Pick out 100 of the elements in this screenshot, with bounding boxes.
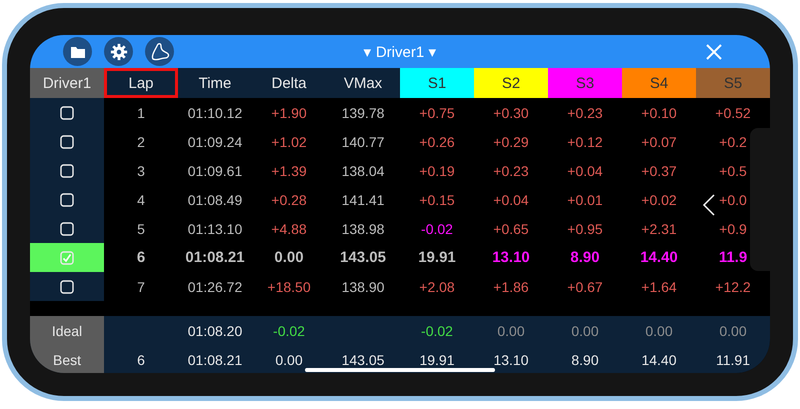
table-cell: +0.37: [641, 162, 677, 178]
table-cell: +12.2: [715, 278, 751, 294]
table-cell: 3: [137, 162, 145, 178]
table-cell: 8.90: [570, 250, 600, 266]
table-cell: +2.08: [419, 278, 455, 294]
table-cell: +0.12: [567, 134, 603, 150]
table-cell: 01:13.10: [188, 220, 242, 236]
table-cell: 140.77: [342, 134, 384, 150]
table-cell: +0.26: [419, 134, 455, 150]
row-label: Ideal: [30, 316, 104, 345]
table-cell: +0.29: [493, 134, 529, 150]
table-cell: +18.50: [267, 278, 311, 294]
column-header[interactable]: S2: [474, 68, 548, 98]
column-header[interactable]: S1: [400, 68, 474, 98]
chevron-left-icon[interactable]: [702, 194, 716, 216]
gear-icon: [110, 42, 128, 60]
table-cell: 0.00: [571, 322, 599, 338]
checkbox[interactable]: [60, 250, 74, 264]
table-cell: 11.91: [716, 352, 750, 368]
table-cell: 5: [137, 220, 145, 236]
checkbox[interactable]: [60, 222, 74, 236]
folder-icon: [70, 44, 86, 58]
table-cell: +0.28: [271, 192, 307, 208]
table-cell: 6: [136, 250, 146, 266]
table-cell: 14.40: [640, 250, 678, 266]
table-cell: 0.00: [274, 250, 304, 266]
table-cell: 01:26.72: [188, 278, 242, 294]
table-cell: +2.31: [641, 220, 677, 236]
table-cell: +0.2: [719, 134, 747, 150]
checkbox[interactable]: [60, 134, 74, 148]
table-cell: +0.10: [641, 104, 677, 120]
table-cell: 0.00: [497, 322, 525, 338]
table-cell: +0.95: [567, 220, 603, 236]
table-cell: 138.04: [342, 162, 384, 178]
checkbox[interactable]: [60, 106, 74, 120]
table-cell: +0.23: [493, 162, 529, 178]
table-cell: 01:08.21: [188, 352, 242, 368]
table-cell: 0.00: [275, 352, 303, 368]
table-cell: +0.07: [641, 134, 677, 150]
table-cell: +0.02: [641, 192, 677, 208]
table-cell: +1.39: [271, 162, 307, 178]
table-cell: 138.98: [342, 220, 384, 236]
table-cell: 8.90: [571, 352, 599, 368]
table-cell: +0.23: [567, 104, 603, 120]
table-cell: 0.00: [645, 322, 673, 338]
table-cell: 01:08.21: [185, 250, 245, 266]
table-cell: +0.01: [567, 192, 603, 208]
table-cell: 0.00: [719, 322, 747, 338]
table-cell: +0.75: [419, 104, 455, 120]
table-cell: 19.91: [419, 352, 455, 368]
table-cell: 143.05: [342, 352, 384, 368]
table-cell: 01:08.49: [188, 192, 242, 208]
column-header[interactable]: Lap: [104, 68, 178, 98]
table-cell: 01:09.24: [188, 134, 242, 150]
row-label: Best: [30, 345, 104, 373]
table-cell: +0.65: [493, 220, 529, 236]
table-cell: +0.15: [419, 192, 455, 208]
table-cell: +4.88: [271, 220, 307, 236]
table-cell: +0.19: [419, 162, 455, 178]
table-cell: +0.0: [719, 192, 747, 208]
table-cell: -0.02: [421, 322, 453, 338]
table-cell: 01:08.20: [188, 322, 242, 338]
table-cell: +1.02: [271, 134, 307, 150]
table-cell: 2: [137, 134, 145, 150]
checkbox[interactable]: [60, 192, 74, 206]
table-cell: +0.04: [567, 162, 603, 178]
checkbox[interactable]: [60, 164, 74, 178]
table-cell: 138.90: [342, 278, 384, 294]
table-cell: 139.78: [342, 104, 384, 120]
table-cell: +1.86: [493, 278, 529, 294]
folder-button[interactable]: [63, 37, 92, 66]
table-cell: 7: [137, 278, 145, 294]
table-cell: 01:09.61: [188, 162, 242, 178]
close-icon[interactable]: [705, 43, 723, 61]
table-cell: 19.91: [418, 250, 456, 266]
checkbox[interactable]: [60, 280, 74, 294]
table-cell: 143.05: [340, 250, 386, 266]
table-cell: +0.67: [567, 278, 603, 294]
table-cell: 4: [137, 192, 145, 208]
table-cell: 01:10.12: [188, 104, 242, 120]
settings-button[interactable]: [104, 37, 133, 66]
table-cell: +0.5: [719, 162, 747, 178]
table-cell: +0.52: [715, 104, 751, 120]
column-header[interactable]: S4: [622, 68, 696, 98]
table-cell: 13.10: [493, 352, 529, 368]
table-cell: +0.9: [719, 220, 747, 236]
table-cell: -0.02: [273, 322, 305, 338]
table-cell: 13.10: [492, 250, 530, 266]
table-cell: 1: [137, 104, 145, 120]
table-cell: 11.9: [718, 250, 748, 266]
table-cell: 141.41: [342, 192, 384, 208]
table-cell: +1.64: [641, 278, 677, 294]
table-cell: 14.40: [641, 352, 677, 368]
table-cell: +1.90: [271, 104, 307, 120]
column-header[interactable]: S3: [548, 68, 622, 98]
column-header: Driver1: [30, 68, 104, 98]
table-cell: -0.02: [421, 220, 453, 236]
table-cell: +0.04: [493, 192, 529, 208]
table-cell: 6: [137, 352, 145, 368]
table-cell: +0.30: [493, 104, 529, 120]
